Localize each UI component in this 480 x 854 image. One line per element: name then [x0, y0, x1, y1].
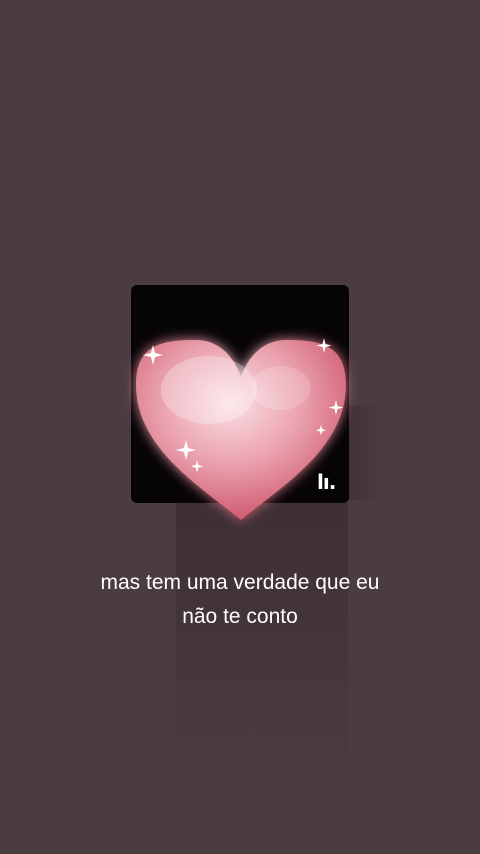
artwork-side-shadow: [348, 405, 384, 500]
lyrics-text: mas tem uma verdade que eu não te conto: [40, 566, 440, 634]
artwork-shadow: [176, 500, 348, 790]
brand-logo: lı.: [317, 470, 336, 494]
lyrics-screen: lı. mas tem uma verdade que eu não te co…: [0, 0, 480, 854]
lyrics-line-2: não te conto: [182, 605, 298, 628]
lyrics-line-1: mas tem uma verdade que eu: [100, 571, 380, 594]
